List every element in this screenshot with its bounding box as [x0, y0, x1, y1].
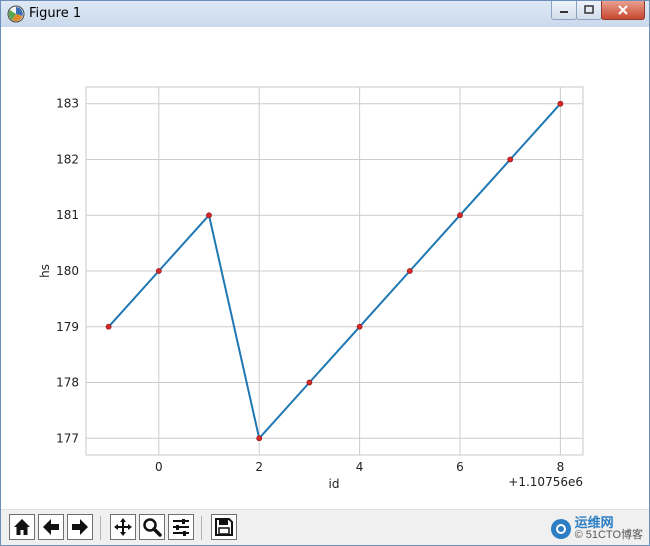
x-tick-label: 4 [356, 460, 364, 474]
navigation-toolbar: 运维网 © 51CTO博客 [1, 509, 649, 545]
x-axis-label: id [329, 477, 340, 491]
forward-icon [72, 519, 88, 535]
y-tick-labels: 177 178 179 180 181 182 183 [56, 97, 79, 446]
data-point [507, 156, 514, 163]
data-point [356, 323, 363, 330]
back-button[interactable] [38, 514, 64, 540]
watermark-bottom-text: © 51CTO博客 [574, 529, 643, 541]
x-offset-label: +1.10756e6 [508, 475, 583, 489]
save-button[interactable] [211, 514, 237, 540]
minimize-button[interactable] [551, 1, 577, 20]
back-icon [43, 519, 59, 535]
forward-button[interactable] [67, 514, 93, 540]
configure-icon [173, 519, 189, 536]
y-tick-label: 178 [56, 376, 79, 390]
x-tick-label: 2 [255, 460, 263, 474]
watermark-top-text: 运维网 [574, 515, 614, 530]
data-point [206, 212, 212, 219]
data-point [457, 212, 463, 219]
pan-icon [114, 518, 132, 536]
configure-subplots-button[interactable] [168, 514, 194, 540]
app-icon [7, 5, 25, 23]
save-icon [215, 518, 233, 536]
data-point [306, 379, 313, 386]
zoom-icon [143, 518, 162, 537]
line-chart: 177 178 179 180 181 182 183 0 2 4 6 8 id hs +1.107… [38, 86, 584, 491]
y-tick-label: 182 [56, 152, 79, 166]
x-tick-label: 0 [155, 460, 163, 474]
y-tick-label: 181 [56, 208, 79, 222]
watermark-logo-icon [550, 519, 571, 539]
zoom-button[interactable] [139, 514, 165, 540]
watermark: 运维网 © 51CTO博客 [550, 514, 643, 544]
x-tick-label: 8 [557, 460, 565, 474]
y-tick-label: 183 [56, 97, 79, 111]
maximize-icon [584, 5, 594, 14]
title-bar[interactable]: Figure 1 [1, 1, 649, 27]
minimize-icon [560, 11, 568, 13]
data-point [256, 435, 263, 442]
y-tick-label: 180 [56, 264, 79, 278]
close-icon [618, 5, 628, 15]
maximize-button[interactable] [576, 1, 602, 20]
figure-canvas[interactable]: 177 178 179 180 181 182 183 0 2 4 6 8 id hs +1.107… [5, 29, 643, 507]
home-icon [14, 519, 30, 535]
data-point [406, 268, 413, 274]
close-button[interactable] [601, 1, 645, 20]
y-tick-label: 179 [56, 320, 79, 334]
home-button[interactable] [9, 514, 35, 540]
window-title: Figure 1 [29, 6, 82, 21]
pan-button[interactable] [110, 514, 136, 540]
data-point [557, 100, 564, 107]
toolbar-separator [100, 516, 101, 540]
y-tick-label: 177 [56, 431, 79, 445]
data-point [155, 268, 162, 274]
x-tick-labels: 0 2 4 6 8 [155, 460, 564, 474]
x-tick-label: 6 [456, 460, 464, 474]
data-point [105, 323, 112, 330]
y-axis-label: hs [38, 264, 52, 278]
figure-window: Figure 1 177 178 179 180 181 182 183 0 2 4 6 8 id … [0, 0, 650, 546]
toolbar-separator [201, 516, 202, 540]
